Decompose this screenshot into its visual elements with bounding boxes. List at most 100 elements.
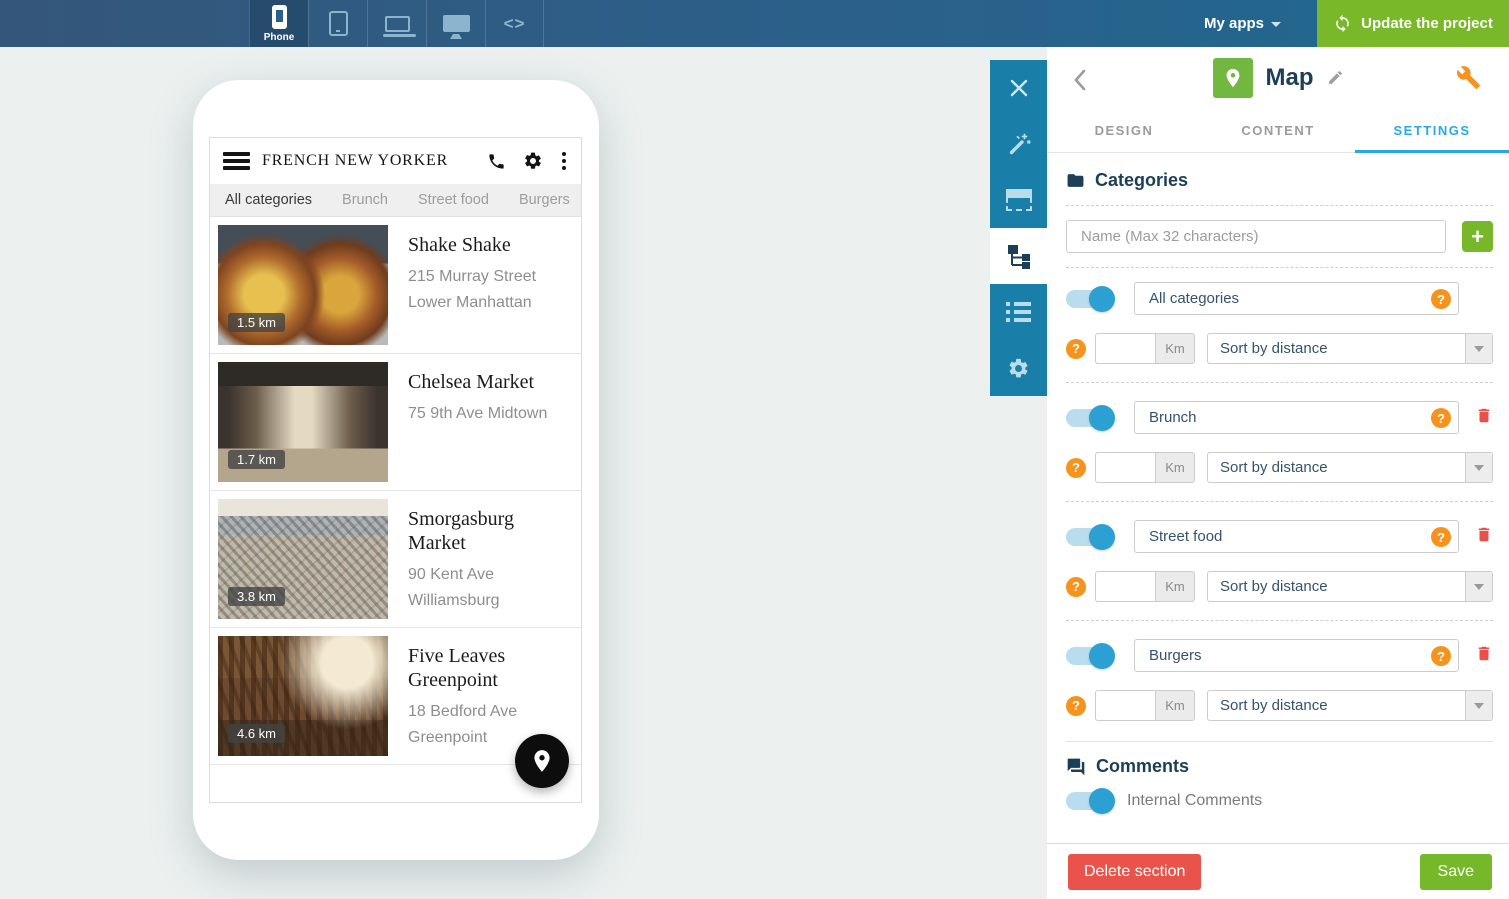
km-unit-label: Km xyxy=(1155,333,1195,364)
gear-icon[interactable] xyxy=(523,151,543,171)
hamburger-menu-icon[interactable] xyxy=(223,149,250,173)
map-pin-icon xyxy=(529,748,555,774)
radius-km-input[interactable] xyxy=(1095,452,1155,483)
tablet-icon xyxy=(329,11,348,36)
device-tab-tablet[interactable] xyxy=(308,0,367,47)
tab-settings[interactable]: SETTINGS xyxy=(1355,109,1509,152)
category-tab-bar: All categories Brunch Street food Burger… xyxy=(210,184,581,217)
help-icon[interactable]: ? xyxy=(1066,696,1086,716)
category-enabled-toggle[interactable] xyxy=(1066,647,1112,665)
category-group: ? ? Km Sort by distance xyxy=(1066,401,1493,502)
rename-section-button[interactable] xyxy=(1327,69,1344,91)
update-project-label: Update the project xyxy=(1361,15,1493,32)
category-group: ? ? Km Sort by distance xyxy=(1066,282,1493,383)
category-enabled-toggle[interactable] xyxy=(1066,290,1112,308)
listing-name: Smorgasburg Market xyxy=(408,507,558,555)
toolbar-sections-button[interactable] xyxy=(990,228,1047,284)
help-icon[interactable]: ? xyxy=(1431,408,1451,428)
close-icon xyxy=(1010,79,1028,97)
tab-content[interactable]: CONTENT xyxy=(1201,109,1355,152)
comments-section-header: Comments xyxy=(1066,756,1493,777)
overflow-menu-icon[interactable] xyxy=(560,150,568,172)
radius-km-input[interactable] xyxy=(1095,333,1155,364)
pencil-icon xyxy=(1327,69,1344,86)
device-tab-laptop[interactable] xyxy=(367,0,426,47)
back-button[interactable] xyxy=(1069,65,1090,100)
sort-order-dropdown[interactable]: Sort by distance xyxy=(1207,690,1493,721)
trash-icon xyxy=(1475,524,1493,545)
sort-order-dropdown[interactable]: Sort by distance xyxy=(1207,571,1493,602)
radius-km-input[interactable] xyxy=(1095,571,1155,602)
update-project-button[interactable]: Update the project xyxy=(1317,0,1509,47)
category-name-input[interactable] xyxy=(1134,639,1459,672)
distance-badge: 3.8 km xyxy=(228,587,285,606)
save-button[interactable]: Save xyxy=(1420,854,1492,890)
panel-tab-bar: DESIGN CONTENT SETTINGS xyxy=(1047,109,1509,153)
help-icon[interactable]: ? xyxy=(1066,339,1086,359)
category-enabled-toggle[interactable] xyxy=(1066,409,1112,427)
section-tree-icon xyxy=(1006,243,1032,269)
toolbar-close-button[interactable] xyxy=(990,60,1047,116)
comments-header-label: Comments xyxy=(1096,756,1189,777)
desktop-icon xyxy=(443,15,470,32)
gear-icon xyxy=(1007,357,1030,380)
call-icon[interactable] xyxy=(487,152,506,171)
distance-badge: 4.6 km xyxy=(228,724,285,743)
radius-km-input[interactable] xyxy=(1095,690,1155,721)
delete-category-button[interactable] xyxy=(1475,643,1493,669)
sort-order-dropdown[interactable]: Sort by distance xyxy=(1207,452,1493,483)
device-tab-desktop[interactable] xyxy=(426,0,485,47)
category-name-input[interactable] xyxy=(1134,401,1459,434)
list-item[interactable]: 1.5 km Shake Shake 215 Murray Street Low… xyxy=(210,217,581,354)
category-tab-brunch[interactable]: Brunch xyxy=(342,192,388,208)
toolbar-magic-wand-button[interactable] xyxy=(990,116,1047,172)
category-tab-burgers[interactable]: Burgers xyxy=(519,192,570,208)
list-item[interactable]: 1.7 km Chelsea Market 75 9th Ave Midtown xyxy=(210,354,581,491)
wrench-icon xyxy=(1456,65,1481,90)
my-apps-label: My apps xyxy=(1204,15,1264,32)
category-tab-street-food[interactable]: Street food xyxy=(418,192,489,208)
toolbar-settings-button[interactable] xyxy=(990,340,1047,396)
device-tab-code[interactable]: <> xyxy=(485,0,544,47)
device-preview-tabs: Phone <> xyxy=(249,0,544,47)
categories-section-header: Categories xyxy=(1066,170,1493,191)
dropdown-caret xyxy=(1465,334,1492,363)
divider xyxy=(1066,620,1493,621)
category-tab-all[interactable]: All categories xyxy=(225,192,312,208)
category-name-input[interactable] xyxy=(1134,282,1459,315)
delete-category-button[interactable] xyxy=(1475,405,1493,431)
category-group: ? ? Km Sort by distance xyxy=(1066,639,1493,721)
chevron-left-icon xyxy=(1073,69,1086,91)
category-enabled-toggle[interactable] xyxy=(1066,528,1112,546)
help-icon[interactable]: ? xyxy=(1066,458,1086,478)
device-tab-label: Phone xyxy=(264,32,295,43)
list-icon xyxy=(1006,298,1031,326)
help-icon[interactable]: ? xyxy=(1431,289,1451,309)
sort-order-dropdown[interactable]: Sort by distance xyxy=(1207,333,1493,364)
help-icon[interactable]: ? xyxy=(1431,527,1451,547)
trash-icon xyxy=(1475,405,1493,426)
toolbar-list-button[interactable] xyxy=(990,284,1047,340)
delete-section-button[interactable]: Delete section xyxy=(1068,854,1201,890)
category-name-input[interactable] xyxy=(1134,520,1459,553)
advanced-settings-button[interactable] xyxy=(1456,65,1481,95)
categories-header-label: Categories xyxy=(1095,170,1188,191)
help-icon[interactable]: ? xyxy=(1431,646,1451,666)
help-icon[interactable]: ? xyxy=(1066,577,1086,597)
list-item[interactable]: 3.8 km Smorgasburg Market 90 Kent Ave Wi… xyxy=(210,491,581,628)
device-tab-phone[interactable]: Phone xyxy=(249,0,308,47)
add-category-button[interactable]: + xyxy=(1462,221,1493,252)
toolbar-header-button[interactable] xyxy=(990,172,1047,228)
internal-comments-toggle[interactable] xyxy=(1066,792,1112,810)
phone-icon xyxy=(272,5,287,29)
dropdown-caret xyxy=(1465,572,1492,601)
km-unit-label: Km xyxy=(1155,690,1195,721)
my-apps-menu[interactable]: My apps xyxy=(1204,0,1281,47)
delete-category-button[interactable] xyxy=(1475,524,1493,550)
tab-design[interactable]: DESIGN xyxy=(1047,109,1201,152)
divider xyxy=(1066,382,1493,383)
dropdown-caret xyxy=(1465,691,1492,720)
map-fab-button[interactable] xyxy=(515,734,569,788)
panel-title: Map xyxy=(1266,64,1314,92)
new-category-name-input[interactable] xyxy=(1066,220,1446,253)
